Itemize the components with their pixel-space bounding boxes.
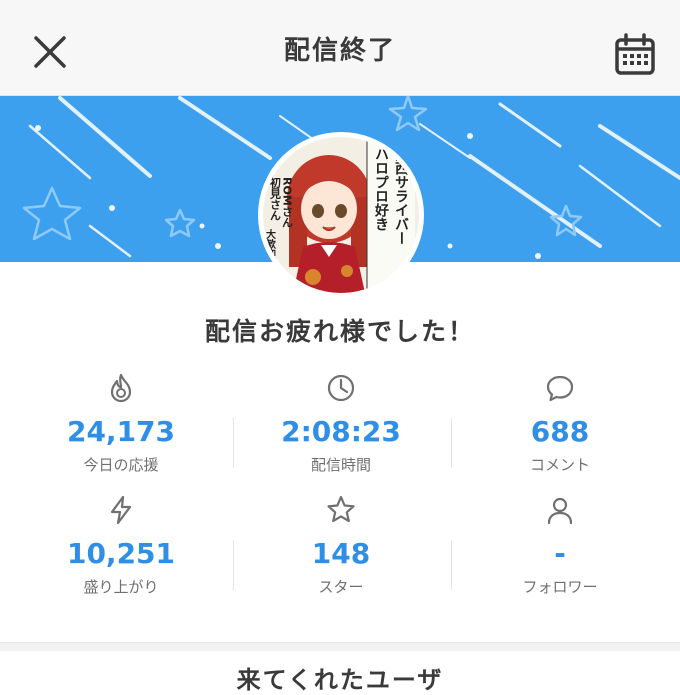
flame-icon xyxy=(110,373,132,403)
clock-icon xyxy=(327,374,355,402)
avatar-illustration: ハロプロ好き 関西サライバー 初見さん ROMさん 大歓迎！ xyxy=(263,137,419,293)
stat-value: 688 xyxy=(530,415,590,448)
stat-value: 2:08:23 xyxy=(281,415,401,448)
streamer-avatar: ハロプロ好き 関西サライバー 初見さん ROMさん 大歓迎！ xyxy=(258,132,424,298)
visitors-section-title: 来てくれたユーザ xyxy=(236,666,444,694)
stat-label: スター xyxy=(318,578,364,596)
avatar-text-1: ハロプロ好き xyxy=(373,147,390,231)
stat-label: 配信時間 xyxy=(310,456,371,474)
stream-end-message: 配信お疲れ様でした！ xyxy=(204,317,475,346)
page-title: 配信終了 xyxy=(283,36,396,66)
stat-stream-time: 2:08:23 配信時間 xyxy=(228,372,454,475)
stat-value: - xyxy=(554,537,566,570)
lightning-icon xyxy=(110,495,132,525)
stat-label: フォロワー xyxy=(522,578,598,596)
stat-stars: 148 スター xyxy=(228,494,454,597)
comment-icon xyxy=(546,375,574,402)
stat-label: 今日の応援 xyxy=(83,456,159,474)
section-divider xyxy=(0,642,680,651)
stat-excitement: 10,251 盛り上がり xyxy=(8,494,234,597)
stat-label: 盛り上がり xyxy=(83,578,159,596)
user-icon xyxy=(547,497,573,525)
calendar-icon xyxy=(615,33,655,75)
stat-value: 10,251 xyxy=(66,537,176,570)
stat-label: コメント xyxy=(529,456,590,474)
stat-followers: - フォロワー xyxy=(447,494,673,597)
calendar-button[interactable] xyxy=(612,32,658,78)
top-bar: 配信終了 xyxy=(0,0,680,96)
stat-comments: 688 コメント xyxy=(447,372,673,475)
avatar-text-4: ROMさん xyxy=(281,177,294,228)
stat-value: 148 xyxy=(311,537,371,570)
stat-value: 24,173 xyxy=(66,415,176,448)
stat-support: 24,173 今日の応援 xyxy=(8,372,234,475)
avatar-text-5: 大歓迎！ xyxy=(264,228,276,269)
star-icon xyxy=(327,495,355,523)
